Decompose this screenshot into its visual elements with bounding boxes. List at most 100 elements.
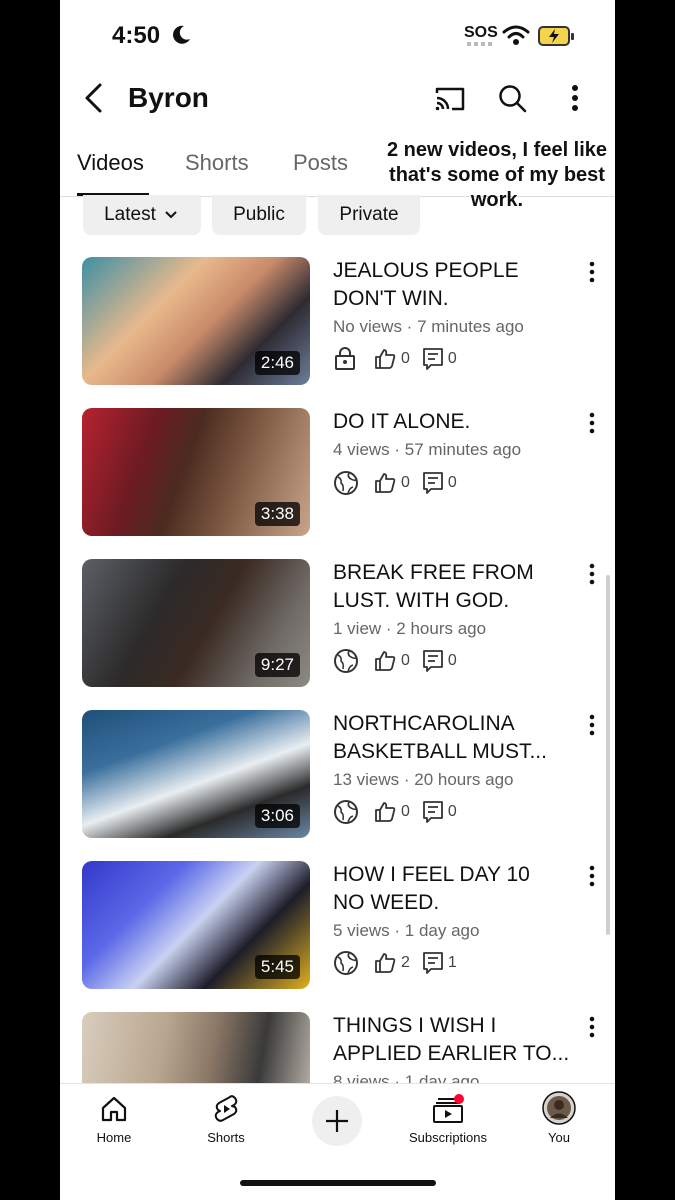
caption-line-3: work.: [470, 189, 524, 211]
video-title-line-2: DON'T WIN.: [333, 287, 449, 310]
create-button[interactable]: [312, 1096, 362, 1146]
video-title-line-2: APPLIED EARLIER TO...: [333, 1042, 570, 1065]
thumbs-up-icon: [375, 473, 396, 493]
video-thumbnail[interactable]: 2:46: [82, 257, 310, 385]
video-title-line-2: NO WEED.: [333, 891, 440, 914]
like-count: 0: [401, 350, 410, 367]
video-title-line-1: THINGS I WISH I: [333, 1014, 497, 1037]
video-title[interactable]: NORTHCAROLINA BASKETBALL MUST...: [333, 710, 573, 766]
nav-you[interactable]: You: [509, 1091, 609, 1145]
latest-sort-chip[interactable]: Latest: [83, 195, 201, 235]
video-title[interactable]: DO IT ALONE.: [333, 408, 573, 436]
thumbs-up-icon: [375, 651, 396, 671]
video-more-icon[interactable]: [582, 410, 602, 436]
home-indicator: [240, 1180, 436, 1186]
search-icon[interactable]: [498, 84, 528, 114]
more-options-icon[interactable]: [568, 84, 582, 112]
back-arrow-icon[interactable]: [82, 82, 106, 114]
video-meta: 13 views · 20 hours ago: [333, 770, 514, 789]
comment-count: 0: [447, 474, 457, 491]
battery-icon: [538, 26, 574, 46]
signal-dots: [467, 42, 493, 46]
video-stats: 2 1: [333, 950, 469, 976]
video-thumbnail[interactable]: 9:27: [82, 559, 310, 687]
video-title-line-1: JEALOUS PEOPLE: [333, 259, 519, 282]
video-title-line-1: NORTHCAROLINA: [333, 712, 515, 735]
public-filter-chip[interactable]: Public: [212, 195, 306, 235]
comment-count: 0: [447, 652, 457, 669]
video-more-icon[interactable]: [582, 259, 602, 285]
scrollbar[interactable]: [606, 575, 610, 935]
avatar: [542, 1091, 576, 1125]
moon-icon: [173, 25, 190, 44]
video-thumbnail[interactable]: 3:38: [82, 408, 310, 536]
nav-shorts-label: Shorts: [207, 1130, 245, 1145]
caption-line-1: 2 new videos, I feel like: [386, 139, 608, 161]
like-count: 0: [401, 474, 410, 491]
comment-icon: [423, 650, 443, 672]
video-item[interactable]: 2:46 JEALOUS PEOPLE DON'T WIN. No views …: [60, 257, 615, 387]
comment-icon: [423, 348, 443, 370]
nav-home-label: Home: [96, 1130, 132, 1145]
globe-icon: [334, 649, 358, 673]
video-item[interactable]: 3:06 NORTHCAROLINA BASKETBALL MUST... 13…: [60, 710, 615, 840]
video-title[interactable]: HOW I FEEL DAY 10 NO WEED.: [333, 861, 573, 917]
nav-home[interactable]: Home: [64, 1094, 164, 1145]
video-title-line-2: LUST. WITH GOD.: [333, 589, 510, 612]
nav-subscriptions[interactable]: Subscriptions: [398, 1094, 498, 1145]
caption-overlay: 2 new videos, I feel like that's some of…: [382, 138, 612, 213]
video-title[interactable]: BREAK FREE FROM LUST. WITH GOD.: [333, 559, 573, 615]
video-title-line-1: DO IT ALONE.: [333, 410, 471, 433]
thumbs-up-icon: [375, 953, 396, 973]
video-duration: 3:06: [254, 804, 300, 828]
video-duration: 2:46: [254, 351, 300, 375]
video-thumbnail[interactable]: 5:45: [82, 861, 310, 989]
comment-count: 0: [447, 803, 457, 820]
video-stats: 0 0: [333, 470, 469, 496]
video-item[interactable]: 3:38 DO IT ALONE. 4 views · 57 minutes a…: [60, 408, 615, 538]
nav-shorts[interactable]: Shorts: [176, 1094, 276, 1145]
caption-line-2: that's some of my best: [389, 164, 605, 186]
nav-subscriptions-label: Subscriptions: [408, 1130, 488, 1145]
video-item[interactable]: 5:45 HOW I FEEL DAY 10 NO WEED. 5 views …: [60, 861, 615, 991]
thumbs-up-icon: [375, 349, 396, 369]
video-more-icon[interactable]: [582, 1014, 602, 1040]
video-meta: 5 views · 1 day ago: [333, 921, 480, 940]
cast-icon[interactable]: [434, 86, 466, 112]
video-more-icon[interactable]: [582, 712, 602, 738]
notification-dot: [454, 1094, 464, 1104]
video-meta: 1 view · 2 hours ago: [333, 619, 487, 638]
tab-shorts[interactable]: Shorts: [185, 150, 249, 176]
video-more-icon[interactable]: [582, 561, 602, 587]
status-time: 4:50: [112, 22, 161, 49]
plus-icon: [326, 1110, 348, 1132]
tab-videos[interactable]: Videos: [77, 150, 144, 176]
like-count: 0: [401, 652, 410, 669]
video-title[interactable]: THINGS I WISH I APPLIED EARLIER TO...: [333, 1012, 573, 1068]
video-duration: 9:27: [254, 653, 300, 677]
video-meta: 4 views · 57 minutes ago: [333, 440, 522, 459]
tab-posts[interactable]: Posts: [293, 150, 348, 176]
shorts-icon: [214, 1095, 238, 1122]
video-duration: 5:45: [254, 955, 300, 979]
thumbs-up-icon: [375, 802, 396, 822]
video-meta: No views · 7 minutes ago: [333, 317, 524, 336]
chevron-down-icon: [165, 211, 177, 219]
video-title[interactable]: JEALOUS PEOPLE DON'T WIN.: [333, 257, 573, 313]
video-stats: 0 0: [333, 346, 469, 372]
video-item[interactable]: 9:27 BREAK FREE FROM LUST. WITH GOD. 1 v…: [60, 559, 615, 689]
video-title-line-2: BASKETBALL MUST...: [333, 740, 547, 763]
latest-chip-label: Latest: [104, 204, 156, 225]
comment-count: 1: [447, 954, 457, 971]
like-count: 0: [401, 803, 410, 820]
home-icon: [101, 1096, 127, 1122]
page-title: Byron: [128, 82, 209, 113]
like-count: 2: [401, 954, 410, 971]
video-title-line-1: BREAK FREE FROM: [333, 561, 534, 584]
phone-screen: 4:50 SOS Byron Videos Shorts Posts Lates…: [60, 0, 615, 1200]
globe-icon: [334, 800, 358, 824]
video-duration: 3:38: [254, 502, 300, 526]
comment-icon: [423, 472, 443, 494]
video-more-icon[interactable]: [582, 863, 602, 889]
video-thumbnail[interactable]: 3:06: [82, 710, 310, 838]
